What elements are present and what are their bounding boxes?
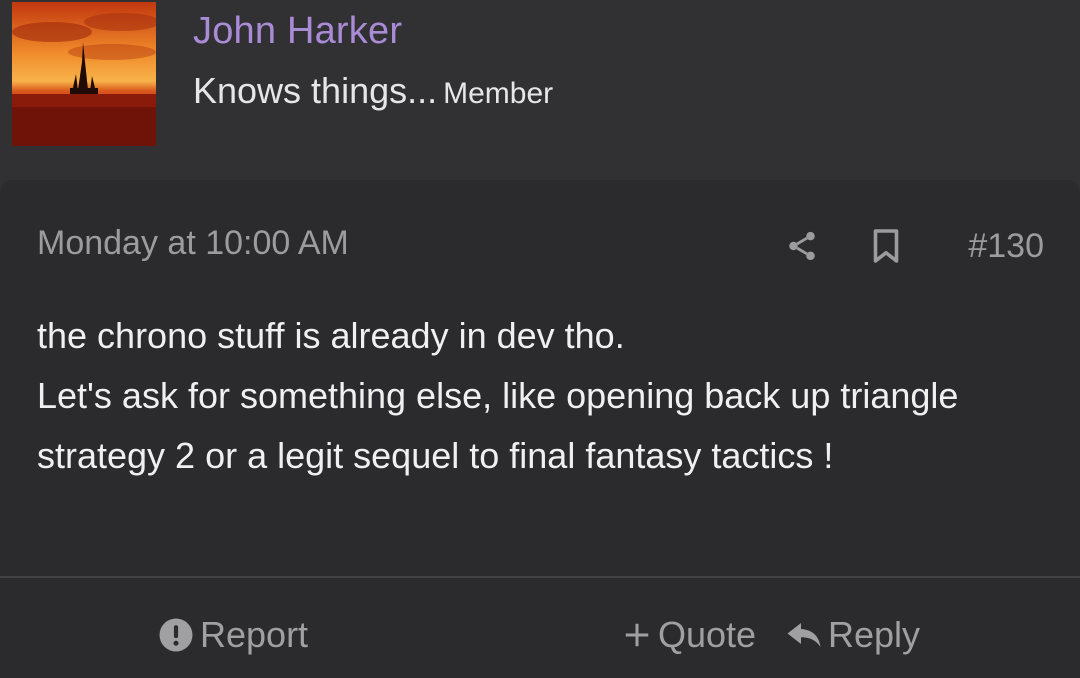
author-role-badge: Member xyxy=(443,77,554,110)
share-icon xyxy=(789,231,816,261)
post-date[interactable]: Monday at 10:00 AM xyxy=(37,224,349,263)
bookmark-button[interactable] xyxy=(866,224,906,268)
post-card: Monday at 10:00 AM #130 the chrono stuff xyxy=(0,180,1080,678)
reply-arrow-icon xyxy=(786,620,822,650)
author-user-title: Knows things... xyxy=(193,70,438,111)
bookmark-icon xyxy=(874,229,899,263)
author-subtitle: Knows things... Member xyxy=(193,70,553,112)
avatar[interactable] xyxy=(12,2,156,146)
author-name[interactable]: John Harker xyxy=(193,10,402,53)
author-block: John Harker Knows things... Member xyxy=(0,0,1080,180)
alert-circle-icon xyxy=(158,617,194,653)
post-footer: Report Quote Reply xyxy=(0,578,1080,678)
quote-label: Quote xyxy=(658,614,757,655)
forum-post-page: John Harker Knows things... Member Monday… xyxy=(0,0,1080,678)
post-body-line: Let's ask for something else, like openi… xyxy=(37,375,959,476)
report-label: Report xyxy=(200,614,309,655)
post-number-link[interactable]: #130 xyxy=(968,227,1044,266)
reply-button[interactable]: Reply xyxy=(786,614,920,656)
reply-label: Reply xyxy=(828,614,921,655)
report-button[interactable]: Report xyxy=(158,614,308,656)
post-body: the chrono stuff is already in dev tho. … xyxy=(37,306,1047,486)
quote-button[interactable]: Quote xyxy=(622,614,756,656)
share-button[interactable] xyxy=(782,224,822,268)
castle-sunset-avatar-icon xyxy=(12,2,156,146)
plus-icon xyxy=(622,620,652,650)
post-body-line: the chrono stuff is already in dev tho. xyxy=(37,315,625,356)
post-actions: #130 xyxy=(782,224,1044,268)
